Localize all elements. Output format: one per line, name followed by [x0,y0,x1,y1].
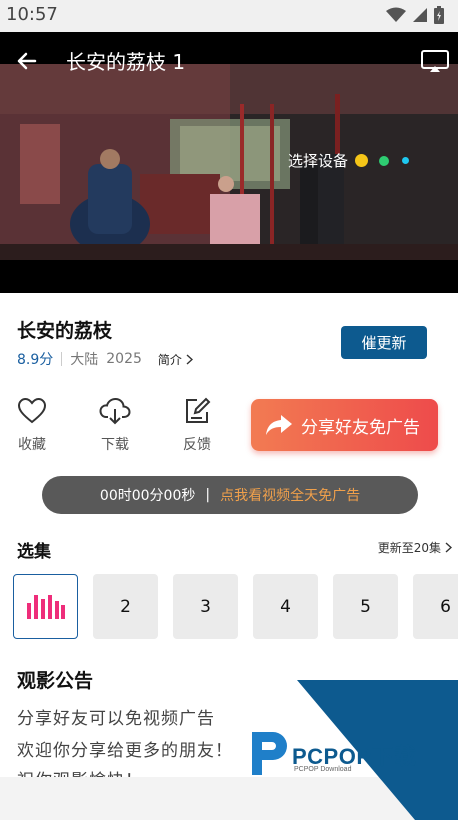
share-free-ad-button[interactable]: 分享好友免广告 [251,399,438,451]
intro-link[interactable]: 简介 [158,351,193,368]
device-picker[interactable]: 选择设备 [288,150,410,171]
chevron-right-icon [186,353,193,365]
intro-link-label: 简介 [157,352,182,367]
pcpop-watermark: PCPOP下载 PCPOP Download [245,680,458,820]
share-arrow-icon [266,415,292,435]
loading-dot-cyan [402,157,410,164]
download-label: 下载 [101,437,129,453]
feedback-icon [186,397,211,423]
ad-free-timer-bar[interactable]: 00时00分00秒 | 点我看视频全天免广告 [42,476,418,514]
player-header: 长安的荔枝 1 [0,32,458,90]
show-title: 长安的荔枝 [17,320,113,342]
urge-update-button[interactable]: 催更新 [341,326,427,359]
chevron-right-icon [445,542,452,553]
screen-cast-icon[interactable] [420,48,450,74]
show-region: 大陆 [70,352,99,368]
episodes-title: 选集 [17,542,51,562]
heart-icon [17,397,47,424]
device-picker-label: 选择设备 [288,152,349,170]
episode-item[interactable]: 6 [413,574,458,639]
favorite-button[interactable]: 收藏 [12,397,52,454]
notice-line: 欢迎你分享给更多的朋友！ [17,741,233,761]
favorite-label: 收藏 [18,437,46,453]
show-year: 2025 [106,351,142,367]
show-meta: 8.9分 大陆 2025 简介 [17,349,193,369]
timer-separator: | [205,487,211,503]
feedback-button[interactable]: 反馈 [177,397,217,454]
episode-title: 长安的荔枝 1 [66,50,186,74]
episodes-more-link[interactable]: 更新至20集 [378,539,452,556]
episode-item-playing[interactable] [13,574,78,639]
action-row: 收藏 下载 反馈 分享好友免广告 [0,397,458,457]
loading-dot-yellow [355,154,369,167]
show-rating: 8.9分 [17,352,54,368]
notice-title: 观影公告 [17,670,94,692]
download-button[interactable]: 下载 [95,397,135,454]
loading-dot-green [379,155,390,166]
meta-divider [61,352,63,366]
episode-item[interactable]: 3 [173,574,238,639]
episode-item[interactable]: 5 [333,574,398,639]
ad-free-countdown: 00时00分00秒 [99,488,196,504]
back-arrow-icon[interactable] [12,46,42,76]
video-player[interactable]: 长安的荔枝 1 选择设备 [0,32,458,293]
share-label: 分享好友免广告 [301,417,420,438]
download-icon [99,397,131,425]
wifi-icon [386,7,406,22]
cellular-signal-icon [413,8,427,22]
episodes-update-label: 更新至20集 [377,541,441,555]
episode-item[interactable]: 2 [93,574,158,639]
status-bar: 10:57 [0,0,458,32]
playing-bars-icon [26,594,65,619]
watermark-subtitle: PCPOP Download [294,766,352,773]
status-time: 10:57 [6,4,58,25]
episode-list: 2 3 4 5 6 [0,574,458,640]
watch-video-ad-free-link[interactable]: 点我看视频全天免广告 [220,485,360,505]
battery-icon [434,6,444,24]
feedback-label: 反馈 [183,437,211,453]
notice-line: 分享好友可以免视频广告 [17,709,215,729]
episode-item[interactable]: 4 [253,574,318,639]
status-icons [386,6,444,24]
